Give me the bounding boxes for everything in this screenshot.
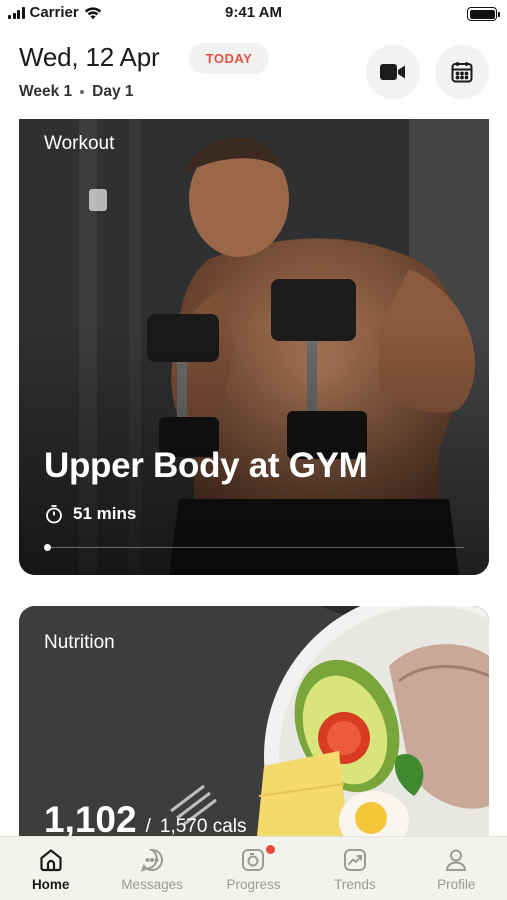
home-icon	[40, 849, 62, 872]
calorie-separator: /	[145, 816, 151, 837]
workout-progress-bar	[44, 544, 464, 551]
camera-progress-icon	[242, 849, 265, 871]
video-camera-icon	[380, 64, 405, 80]
calorie-target: 1,570 cals	[159, 816, 247, 837]
workout-card[interactable]: Workout Upper Body at GYM 51 mins	[19, 119, 489, 575]
trend-chart-icon	[343, 849, 366, 871]
day-label: Day 1	[92, 83, 134, 100]
today-badge[interactable]: TODAY	[189, 43, 269, 74]
workout-card-label: Workout	[44, 133, 115, 154]
battery-icon	[467, 7, 500, 21]
calendar-icon	[451, 62, 473, 83]
workout-duration: 51 mins	[44, 504, 136, 524]
stopwatch-icon	[46, 505, 62, 524]
workout-title: Upper Body at GYM	[44, 446, 368, 485]
week-label: Week 1	[19, 83, 73, 100]
video-button[interactable]	[366, 45, 420, 99]
tab-profile[interactable]: Profile	[406, 837, 507, 900]
progress-notification-badge	[265, 845, 275, 854]
status-bar-time: 9:41 AM	[225, 4, 282, 21]
user-icon	[446, 849, 467, 871]
workout-duration-text: 51 mins	[73, 504, 137, 523]
nutrition-card-label: Nutrition	[44, 632, 115, 653]
tab-profile-label: Profile	[437, 877, 476, 892]
page-title-date: Wed, 12 Apr	[19, 42, 160, 72]
nutrition-card[interactable]: Nutrition 1,102 / 1,570 cals	[19, 606, 489, 866]
calorie-summary: 1,102 / 1,570 cals	[44, 799, 247, 841]
tab-messages[interactable]: Messages	[101, 837, 202, 900]
calories-consumed: 1,102	[44, 799, 137, 840]
calendar-button[interactable]	[435, 45, 489, 99]
tab-home-label: Home	[31, 877, 70, 892]
tab-trends-label: Trends	[334, 877, 376, 892]
separator-dot	[80, 90, 85, 94]
week-day-indicator: Week 1 Day 1	[19, 83, 134, 101]
tab-trends[interactable]: Trends	[304, 837, 405, 900]
status-bar: Carrier 9:41 AM	[0, 0, 507, 28]
tab-messages-label: Messages	[121, 877, 183, 892]
tab-progress[interactable]: Progress	[203, 837, 304, 900]
tab-progress-label: Progress	[226, 877, 281, 892]
workout-progress-indicator	[44, 544, 51, 551]
chat-icon	[140, 848, 164, 872]
bottom-tab-bar: Home Messages Progress Trends Profile	[0, 836, 507, 900]
tab-home[interactable]: Home	[0, 837, 101, 900]
